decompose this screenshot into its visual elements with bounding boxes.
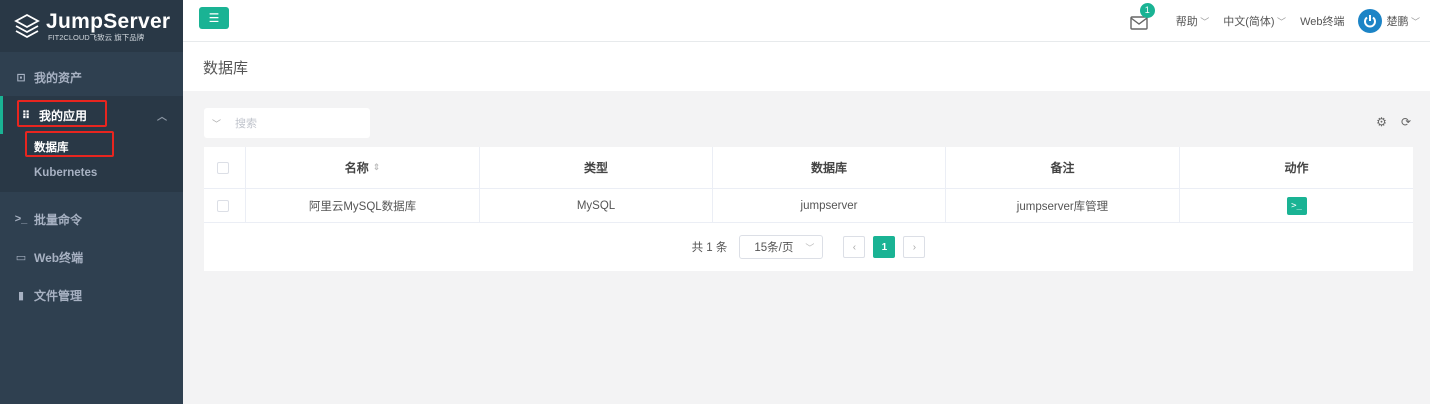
chevron-up-icon: ︿ — [157, 112, 167, 123]
grid-icon: ⠿ — [21, 109, 31, 122]
search-input[interactable]: ﹀ 搜索 — [204, 108, 370, 138]
page-size-select[interactable]: 15条/页 ﹀ — [739, 235, 824, 259]
user-menu[interactable]: 楚鹏 — [1358, 8, 1420, 33]
cell-name[interactable]: 阿里云MySQL数据库 — [246, 189, 480, 222]
logo[interactable]: JumpServer FIT2CLOUD飞致云 旗下品牌 — [0, 0, 183, 52]
sidebar-item-label: 我的资产 — [34, 70, 83, 85]
refresh-icon[interactable]: ⟳ — [1401, 115, 1411, 129]
search-placeholder: 搜索 — [235, 118, 258, 130]
pagination: 共 1 条 15条/页 ﹀ ‹ 1 › — [204, 223, 1413, 271]
cell-database: jumpserver — [713, 189, 946, 222]
content-panel: ﹀ 搜索 ⚙ ⟳ 名称 ⇕ 类型 数据库 备注 动作 阿里云MySQL数据库 M… — [204, 107, 1413, 271]
assets-icon: ⊡ — [16, 71, 26, 84]
chevron-down-icon: ﹀ — [805, 242, 815, 253]
column-header-action: 动作 — [1284, 161, 1309, 175]
topbar: ☰ 1 帮助 中文(简体) Web终端 楚鹏 — [183, 0, 1430, 41]
menu-toggle-button[interactable]: ☰ — [199, 7, 229, 29]
page-size-value: 15条/页 — [754, 242, 794, 254]
sidebar-item-file-management[interactable]: ▮ 文件管理 — [0, 276, 183, 314]
sidebar: JumpServer FIT2CLOUD飞致云 旗下品牌 ⊡ 我的资产 ⠿ 我的… — [0, 0, 183, 404]
total-count: 共 1 条 — [691, 242, 728, 254]
sidebar-item-label: Web终端 — [34, 250, 84, 265]
data-table: 名称 ⇕ 类型 数据库 备注 动作 阿里云MySQL数据库 MySQL jump… — [204, 147, 1413, 271]
table-header-row: 名称 ⇕ 类型 数据库 备注 动作 — [204, 147, 1413, 189]
sidebar-item-label: 我的应用 — [39, 108, 88, 123]
select-all-checkbox[interactable] — [217, 161, 229, 174]
file-icon: ▮ — [17, 289, 25, 302]
page-number-current[interactable]: 1 — [873, 236, 896, 258]
help-dropdown[interactable]: 帮助 — [1176, 13, 1210, 29]
chevron-down-icon: ﹀ — [212, 118, 222, 129]
terminal-icon: >_ — [1291, 200, 1302, 211]
hamburger-icon: ☰ — [208, 11, 220, 25]
sort-icon[interactable]: ⇕ — [373, 162, 381, 173]
user-name: 楚鹏 — [1386, 13, 1420, 29]
cell-action: >_ — [1180, 189, 1413, 222]
sidebar-item-my-assets[interactable]: ⊡ 我的资产 — [0, 58, 183, 96]
sidebar-subitem-kubernetes[interactable]: Kubernetes — [0, 160, 183, 186]
sidebar-subitem-database[interactable]: 数据库 — [0, 134, 183, 160]
messages-button[interactable]: 1 — [1130, 2, 1155, 31]
table-row: 阿里云MySQL数据库 MySQL jumpserver jumpserver库… — [204, 189, 1413, 223]
prev-page-button[interactable]: ‹ — [843, 236, 866, 258]
cell-type: MySQL — [480, 189, 713, 222]
sidebar-item-web-terminal[interactable]: ▭ Web终端 — [0, 238, 183, 276]
sidebar-item-my-apps[interactable]: ⠿ 我的应用 ︿ — [0, 96, 183, 134]
jumpserver-logo-icon — [14, 13, 40, 39]
column-header-comment: 备注 — [946, 147, 1180, 188]
sidebar-item-label: 批量命令 — [34, 212, 83, 227]
brand-subtitle: FIT2CLOUD飞致云 旗下品牌 — [48, 32, 145, 42]
power-icon — [1364, 14, 1377, 27]
next-page-button[interactable]: › — [903, 236, 926, 258]
window-icon: ▭ — [15, 251, 27, 264]
page-title: 数据库 — [203, 60, 249, 77]
row-checkbox[interactable] — [217, 199, 229, 212]
settings-gear-icon[interactable]: ⚙ — [1376, 115, 1387, 129]
column-header-type: 类型 — [480, 147, 713, 188]
page-header: 数据库 — [183, 41, 1430, 91]
brand-title: JumpServer — [46, 9, 171, 33]
language-dropdown[interactable]: 中文(简体) — [1223, 13, 1286, 29]
avatar — [1358, 8, 1383, 33]
sidebar-item-batch-command[interactable]: >_ 批量命令 — [0, 200, 183, 238]
cell-comment: jumpserver库管理 — [946, 189, 1180, 222]
column-header-name[interactable]: 名称 ⇕ — [246, 147, 480, 188]
web-terminal-link[interactable]: Web终端 — [1300, 13, 1344, 29]
connect-terminal-button[interactable]: >_ — [1286, 196, 1307, 215]
unread-badge: 1 — [1139, 2, 1155, 18]
sidebar-item-label: 文件管理 — [34, 288, 83, 303]
column-header-database: 数据库 — [713, 147, 946, 188]
terminal-prompt-icon: >_ — [14, 213, 28, 225]
column-header-label: 名称 — [344, 161, 369, 175]
submenu: 数据库 Kubernetes — [0, 134, 183, 192]
